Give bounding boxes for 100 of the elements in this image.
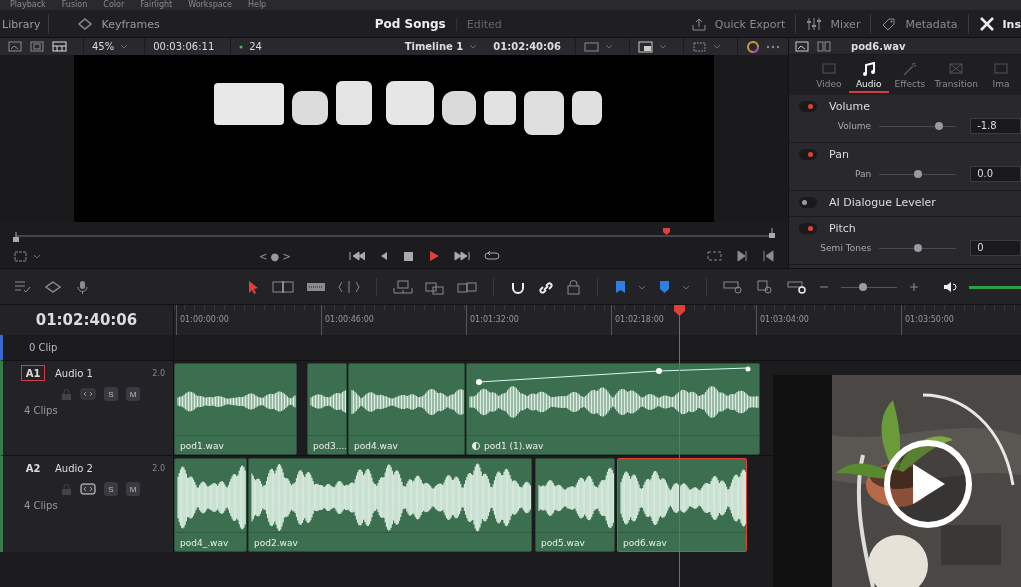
chevron-down-icon[interactable]	[469, 43, 478, 50]
timeline-ruler[interactable]: 01:00:00:00 01:00:46:00 01:01:32:00 01:02:18:00 01:03:04:00 01:03:50:00	[174, 305, 1021, 335]
zoom-custom-icon[interactable]	[787, 280, 808, 294]
chevron-down-icon[interactable]	[120, 43, 129, 50]
split-view-icon[interactable]	[817, 40, 831, 52]
zoom-level[interactable]: 45%	[92, 41, 115, 52]
toggle-switch[interactable]	[799, 197, 817, 208]
solo-button[interactable]: S	[104, 482, 118, 496]
section-title: Pitch	[829, 222, 856, 235]
trim-icon[interactable]	[272, 280, 295, 294]
next-frame-icon[interactable]	[736, 250, 748, 262]
track-id[interactable]: A1	[21, 365, 45, 381]
audio-clip[interactable]: pod5.wav	[535, 458, 615, 552]
value-field[interactable]: -1.8	[970, 118, 1021, 134]
tag-icon	[881, 17, 898, 31]
slider-thumb[interactable]	[935, 121, 944, 130]
menu-item[interactable]: Workspace	[188, 0, 232, 10]
audio-clip[interactable]: pod1 (1).wav	[466, 363, 760, 455]
more-icon[interactable]	[766, 44, 780, 49]
end-handle-icon[interactable]	[769, 228, 775, 238]
chevron-down-icon[interactable]	[659, 43, 667, 50]
play-icon[interactable]	[427, 250, 440, 262]
inspector-button[interactable]: Ins	[978, 16, 1021, 32]
value-field[interactable]: 0	[970, 240, 1021, 256]
skip-back-icon[interactable]	[348, 250, 365, 262]
menu-item[interactable]: Fairlight	[140, 0, 173, 10]
toggle-switch[interactable]	[799, 149, 817, 160]
slider-thumb[interactable]	[913, 243, 922, 252]
playhead[interactable]	[674, 305, 685, 587]
inspector-tab[interactable]: Audio	[848, 57, 889, 93]
audio-clip[interactable]: pod1.wav	[174, 363, 297, 455]
grid-view-icon[interactable]	[52, 41, 67, 52]
chevron-down-icon[interactable]	[605, 43, 613, 50]
track-name[interactable]: Audio 1	[55, 367, 93, 379]
flag-icon[interactable]	[614, 280, 627, 294]
speaker-icon[interactable]	[942, 280, 957, 294]
audio-clip[interactable]: pod4.wav	[348, 363, 465, 455]
display-icon[interactable]	[584, 41, 599, 52]
value-field[interactable]: 0.0	[970, 166, 1021, 182]
library-button[interactable]: Library	[2, 17, 41, 31]
lock-icon[interactable]	[566, 279, 582, 295]
chevron-down-icon[interactable]	[713, 43, 721, 50]
menu-item[interactable]: Color	[103, 0, 125, 10]
zoom-full-icon[interactable]	[723, 280, 744, 294]
track-name[interactable]: Audio 2	[55, 462, 93, 474]
inspector-tab[interactable]: Ima	[981, 57, 1021, 93]
image-view-icon[interactable]	[8, 41, 22, 52]
clip-nav-control[interactable]: < ● >	[259, 250, 291, 262]
section-title: AI Dialogue Leveler	[829, 196, 936, 209]
monitor-icon[interactable]	[638, 40, 653, 53]
skip-forward-icon[interactable]	[453, 250, 470, 262]
track-id[interactable]: A2	[21, 460, 45, 476]
slider-thumb[interactable]	[859, 282, 868, 291]
quick-export-button[interactable]: Quick Export	[690, 17, 786, 31]
mute-button[interactable]: M	[126, 482, 140, 496]
mixer-button[interactable]: Mixer	[806, 17, 861, 31]
toggle-switch[interactable]	[799, 223, 817, 234]
timeline-name[interactable]: Timeline 1	[404, 41, 464, 52]
audio-clip[interactable]: pod6.wav	[617, 458, 747, 552]
frame-view-icon[interactable]	[30, 41, 44, 52]
play-button[interactable]	[884, 440, 972, 528]
metadata-button[interactable]: Metadata	[881, 17, 958, 31]
inspector-tab[interactable]: Transition	[931, 57, 982, 93]
image-view-icon[interactable]	[795, 40, 809, 52]
clip-count: 4 Clips	[23, 500, 59, 511]
layers-icon[interactable]	[44, 280, 62, 294]
stop-icon[interactable]	[402, 250, 414, 262]
film-strip-icon[interactable]	[306, 280, 327, 294]
menu-item[interactable]: Help	[247, 0, 267, 10]
menu-item[interactable]: Fusion	[61, 0, 88, 10]
slider-thumb[interactable]	[914, 169, 923, 178]
keyframes-button[interactable]: Keyframes	[57, 17, 160, 31]
auto-select-icon[interactable]	[80, 388, 96, 400]
snapping-icon[interactable]	[510, 280, 527, 294]
track-list-icon[interactable]	[14, 280, 32, 294]
audio-clip[interactable]: pod4_.wav	[174, 458, 247, 552]
replace-clip-icon[interactable]	[457, 279, 478, 295]
overwrite-clip-icon[interactable]	[425, 279, 446, 295]
status-dot-icon	[239, 44, 244, 49]
toggle-switch[interactable]	[799, 101, 817, 112]
color-wheel-icon[interactable]	[746, 39, 760, 54]
chevron-down-icon[interactable]	[682, 283, 691, 291]
menu-item[interactable]: Playback	[10, 0, 46, 10]
chevron-down-icon[interactable]	[33, 252, 41, 260]
inspector-tab[interactable]: Video	[809, 57, 849, 93]
blade-icon[interactable]	[338, 280, 361, 294]
start-handle-icon[interactable]	[13, 232, 19, 242]
audio-clip[interactable]: pod2.wav	[248, 458, 532, 552]
audio-clip[interactable]: pod3....	[307, 363, 347, 455]
image-icon	[993, 61, 1010, 76]
inspector-tab[interactable]: Effects	[888, 57, 932, 93]
zoom-in-icon[interactable]	[908, 282, 919, 292]
insert-clip-icon[interactable]	[393, 280, 414, 294]
chevron-down-icon[interactable]	[638, 283, 647, 291]
previous-frame-icon[interactable]	[762, 250, 774, 262]
link-icon[interactable]	[538, 280, 555, 294]
loop-icon[interactable]	[483, 250, 500, 262]
solo-button[interactable]: S	[104, 387, 118, 401]
mute-button[interactable]: M	[126, 387, 140, 401]
marker-icon[interactable]	[658, 280, 671, 294]
